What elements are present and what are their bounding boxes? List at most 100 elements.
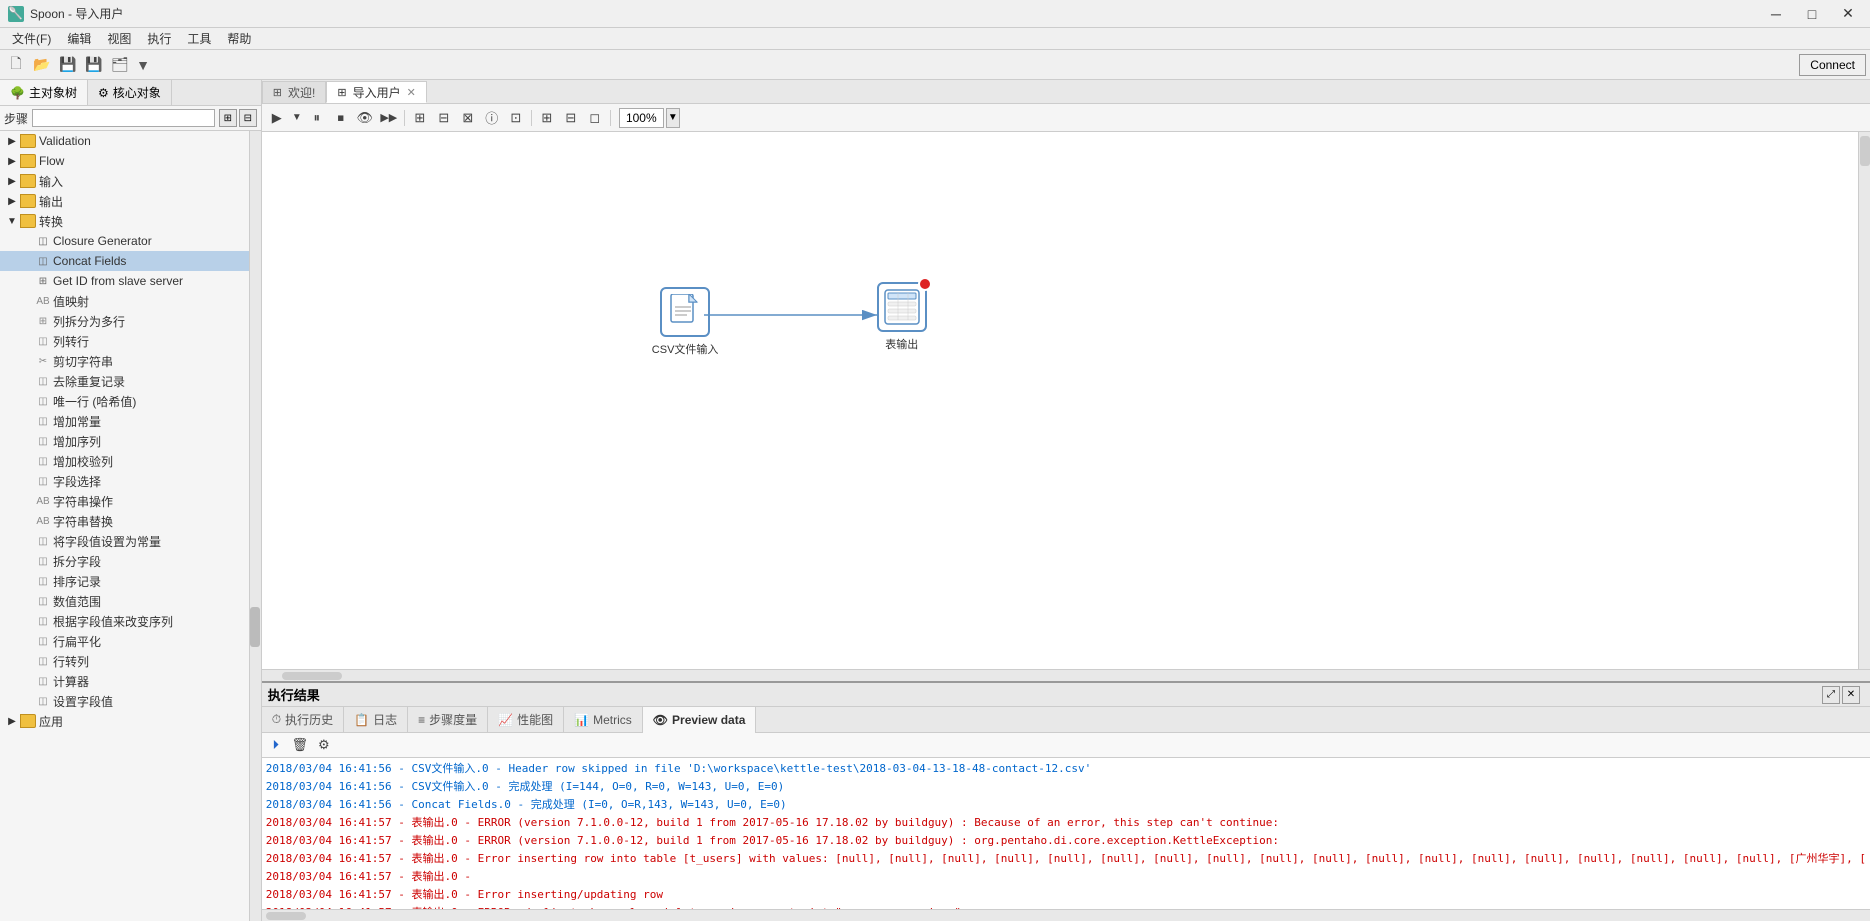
bottom-toolbar: ⏵ 🗑 ⚙ [262,733,1870,758]
tab-preview-data[interactable]: 👁 Preview data [643,707,757,733]
stop-btn[interactable]: ⏹ [330,107,352,129]
log-hscroll[interactable] [262,909,1870,921]
search-collapse-btn[interactable]: ⊟ [239,109,257,127]
log-settings-btn[interactable]: ⚙ [314,735,334,755]
tab-log[interactable]: 📋 日志 [344,707,408,733]
step-distribute-btn[interactable]: ⊠ [457,107,479,129]
run-dropdown-btn[interactable]: ▼ [290,107,304,129]
preview-icon: 👁 [653,713,668,727]
tree-item-add-checksum[interactable]: ◫ 增加校验列 [0,451,261,471]
canvas-vscroll[interactable] [1858,132,1870,669]
step-forward-btn[interactable]: ▶▶ [378,107,400,129]
toolbar-explore[interactable]: 🗂 [108,53,132,77]
tree-item-input[interactable]: ▶ 输入 [0,171,261,191]
preview-btn[interactable]: 👁 [354,107,376,129]
tree-item-calculator[interactable]: ◫ 计算器 [0,671,261,691]
bottom-close-btn[interactable]: ✕ [1842,686,1860,704]
tree-item-number-range[interactable]: ◫ 数值范围 [0,591,261,611]
log-area[interactable]: 2018/03/04 16:41:56 - CSV文件输入.0 - Header… [262,758,1870,909]
step-info-btn[interactable]: ⓘ [481,107,503,129]
tab-exec-history[interactable]: ⏱ 执行历史 [262,707,344,733]
canvas-hscroll-thumb[interactable] [282,672,342,680]
tree-item-flatten[interactable]: ◫ 行扁平化 [0,631,261,651]
left-scrollbar[interactable] [249,131,261,921]
tree-item-dedup[interactable]: ◫ 去除重复记录 [0,371,261,391]
search-input[interactable] [32,109,215,127]
tab-perf-chart[interactable]: 📈 性能图 [488,707,564,733]
tree-item-app[interactable]: ▶ 应用 [0,711,261,731]
close-button[interactable]: ✕ [1834,4,1862,24]
run-btn[interactable]: ▶ [266,107,288,129]
tree-item-col-to-row[interactable]: ◫ 列转行 [0,331,261,351]
tree-item-validation[interactable]: ▶ Validation [0,131,261,151]
folder-icon [20,134,36,148]
tree-item-transform[interactable]: ▼ 转换 [0,211,261,231]
tree-item-add-sequence[interactable]: ◫ 增加序列 [0,431,261,451]
tree-item-set-field-const[interactable]: ◫ 将字段值设置为常量 [0,531,261,551]
canvas-vscroll-thumb[interactable] [1860,136,1870,166]
tree-item-split-field[interactable]: ◫ 拆分字段 [0,551,261,571]
canvas-area[interactable]: CSV文件输入 [262,132,1870,669]
menu-file[interactable]: 文件(F) [4,28,59,49]
connect-button[interactable]: Connect [1799,54,1866,76]
tree-item-add-constant[interactable]: ◫ 增加常量 [0,411,261,431]
toolbar-open[interactable]: 📂 [30,53,54,77]
tree-item-concat-fields[interactable]: ◫ Concat Fields [0,251,261,271]
tree-item-field-select[interactable]: ◫ 字段选择 [0,471,261,491]
snap-btn[interactable]: ◻ [584,107,606,129]
menu-view[interactable]: 视图 [99,28,139,49]
pause-btn[interactable]: ⏸ [306,107,328,129]
tree-item-sort-rows[interactable]: ◫ 排序记录 [0,571,261,591]
tab-main-tree[interactable]: 🌳 主对象树 [0,80,88,105]
tab-step-metrics[interactable]: ≡ 步骤度量 [408,707,488,733]
tab-close-btn[interactable]: ✕ [407,86,416,99]
output-node[interactable]: 表输出 [877,282,927,352]
menu-tools[interactable]: 工具 [179,28,219,49]
menu-run[interactable]: 执行 [139,28,179,49]
tree-item-set-field-value[interactable]: ◫ 设置字段值 [0,691,261,711]
step-metrics-btn[interactable]: ⊞ [409,107,431,129]
tree-item-split-rows[interactable]: ⊞ 列拆分为多行 [0,311,261,331]
align-btn[interactable]: ⊞ [536,107,558,129]
folder-icon [20,194,36,208]
zoom-dropdown-btn[interactable]: ▼ [666,108,680,128]
tree-item-string-op[interactable]: AB 字符串操作 [0,491,261,511]
menu-edit[interactable]: 编辑 [59,28,99,49]
tree-item-row-to-col[interactable]: ◫ 行转列 [0,651,261,671]
log-clear-btn[interactable]: 🗑 [290,735,310,755]
tree-item-clip-string[interactable]: ✂ 剪切字符串 [0,351,261,371]
tree-label: 输出 [39,193,63,210]
tab-welcome[interactable]: ⊞ 欢迎! [262,81,327,103]
zoom-input[interactable] [619,108,664,128]
maximize-button[interactable]: □ [1798,4,1826,24]
menu-help[interactable]: 帮助 [219,28,259,49]
file-icon: ⊞ [36,314,50,328]
scrollbar-thumb[interactable] [250,607,260,647]
tree-item-closure-generator[interactable]: ◫ Closure Generator [0,231,261,251]
distribute-btn[interactable]: ⊟ [560,107,582,129]
tab-core-objects[interactable]: ⚙ 核心对象 [88,80,172,105]
canvas-hscroll[interactable] [262,669,1870,681]
tree-item-change-seq[interactable]: ◫ 根据字段值来改变序列 [0,611,261,631]
tree-item-string-replace[interactable]: AB 字符串替换 [0,511,261,531]
step-copy-btn[interactable]: ⊟ [433,107,455,129]
log-hscroll-thumb[interactable] [266,912,306,920]
toolbar-saveas[interactable]: 💾 [82,53,106,77]
tree-item-flow[interactable]: ▶ Flow [0,151,261,171]
toolbar-dropdown[interactable]: ▼ [134,53,152,77]
csv-node[interactable]: CSV文件输入 [652,287,719,357]
toolbar-new[interactable]: 🗋 [4,53,28,77]
tree-item-value-map[interactable]: AB 值映射 [0,291,261,311]
step-layout-btn[interactable]: ⊡ [505,107,527,129]
tree-item-get-id[interactable]: ⊞ Get ID from slave server [0,271,261,291]
tab-import-user[interactable]: ⊞ 导入用户 ✕ [326,81,426,103]
tree-item-unique-row[interactable]: ◫ 唯一行 (哈希值) [0,391,261,411]
core-objects-icon: ⚙ [98,86,109,100]
search-expand-btn[interactable]: ⊞ [219,109,237,127]
toolbar-save[interactable]: 💾 [56,53,80,77]
tab-metrics[interactable]: 📊 Metrics [564,707,643,733]
minimize-button[interactable]: ─ [1762,4,1790,24]
bottom-expand-btn[interactable]: ⤢ [1822,686,1840,704]
tree-item-output[interactable]: ▶ 输出 [0,191,261,211]
log-play-btn[interactable]: ⏵ [266,735,286,755]
